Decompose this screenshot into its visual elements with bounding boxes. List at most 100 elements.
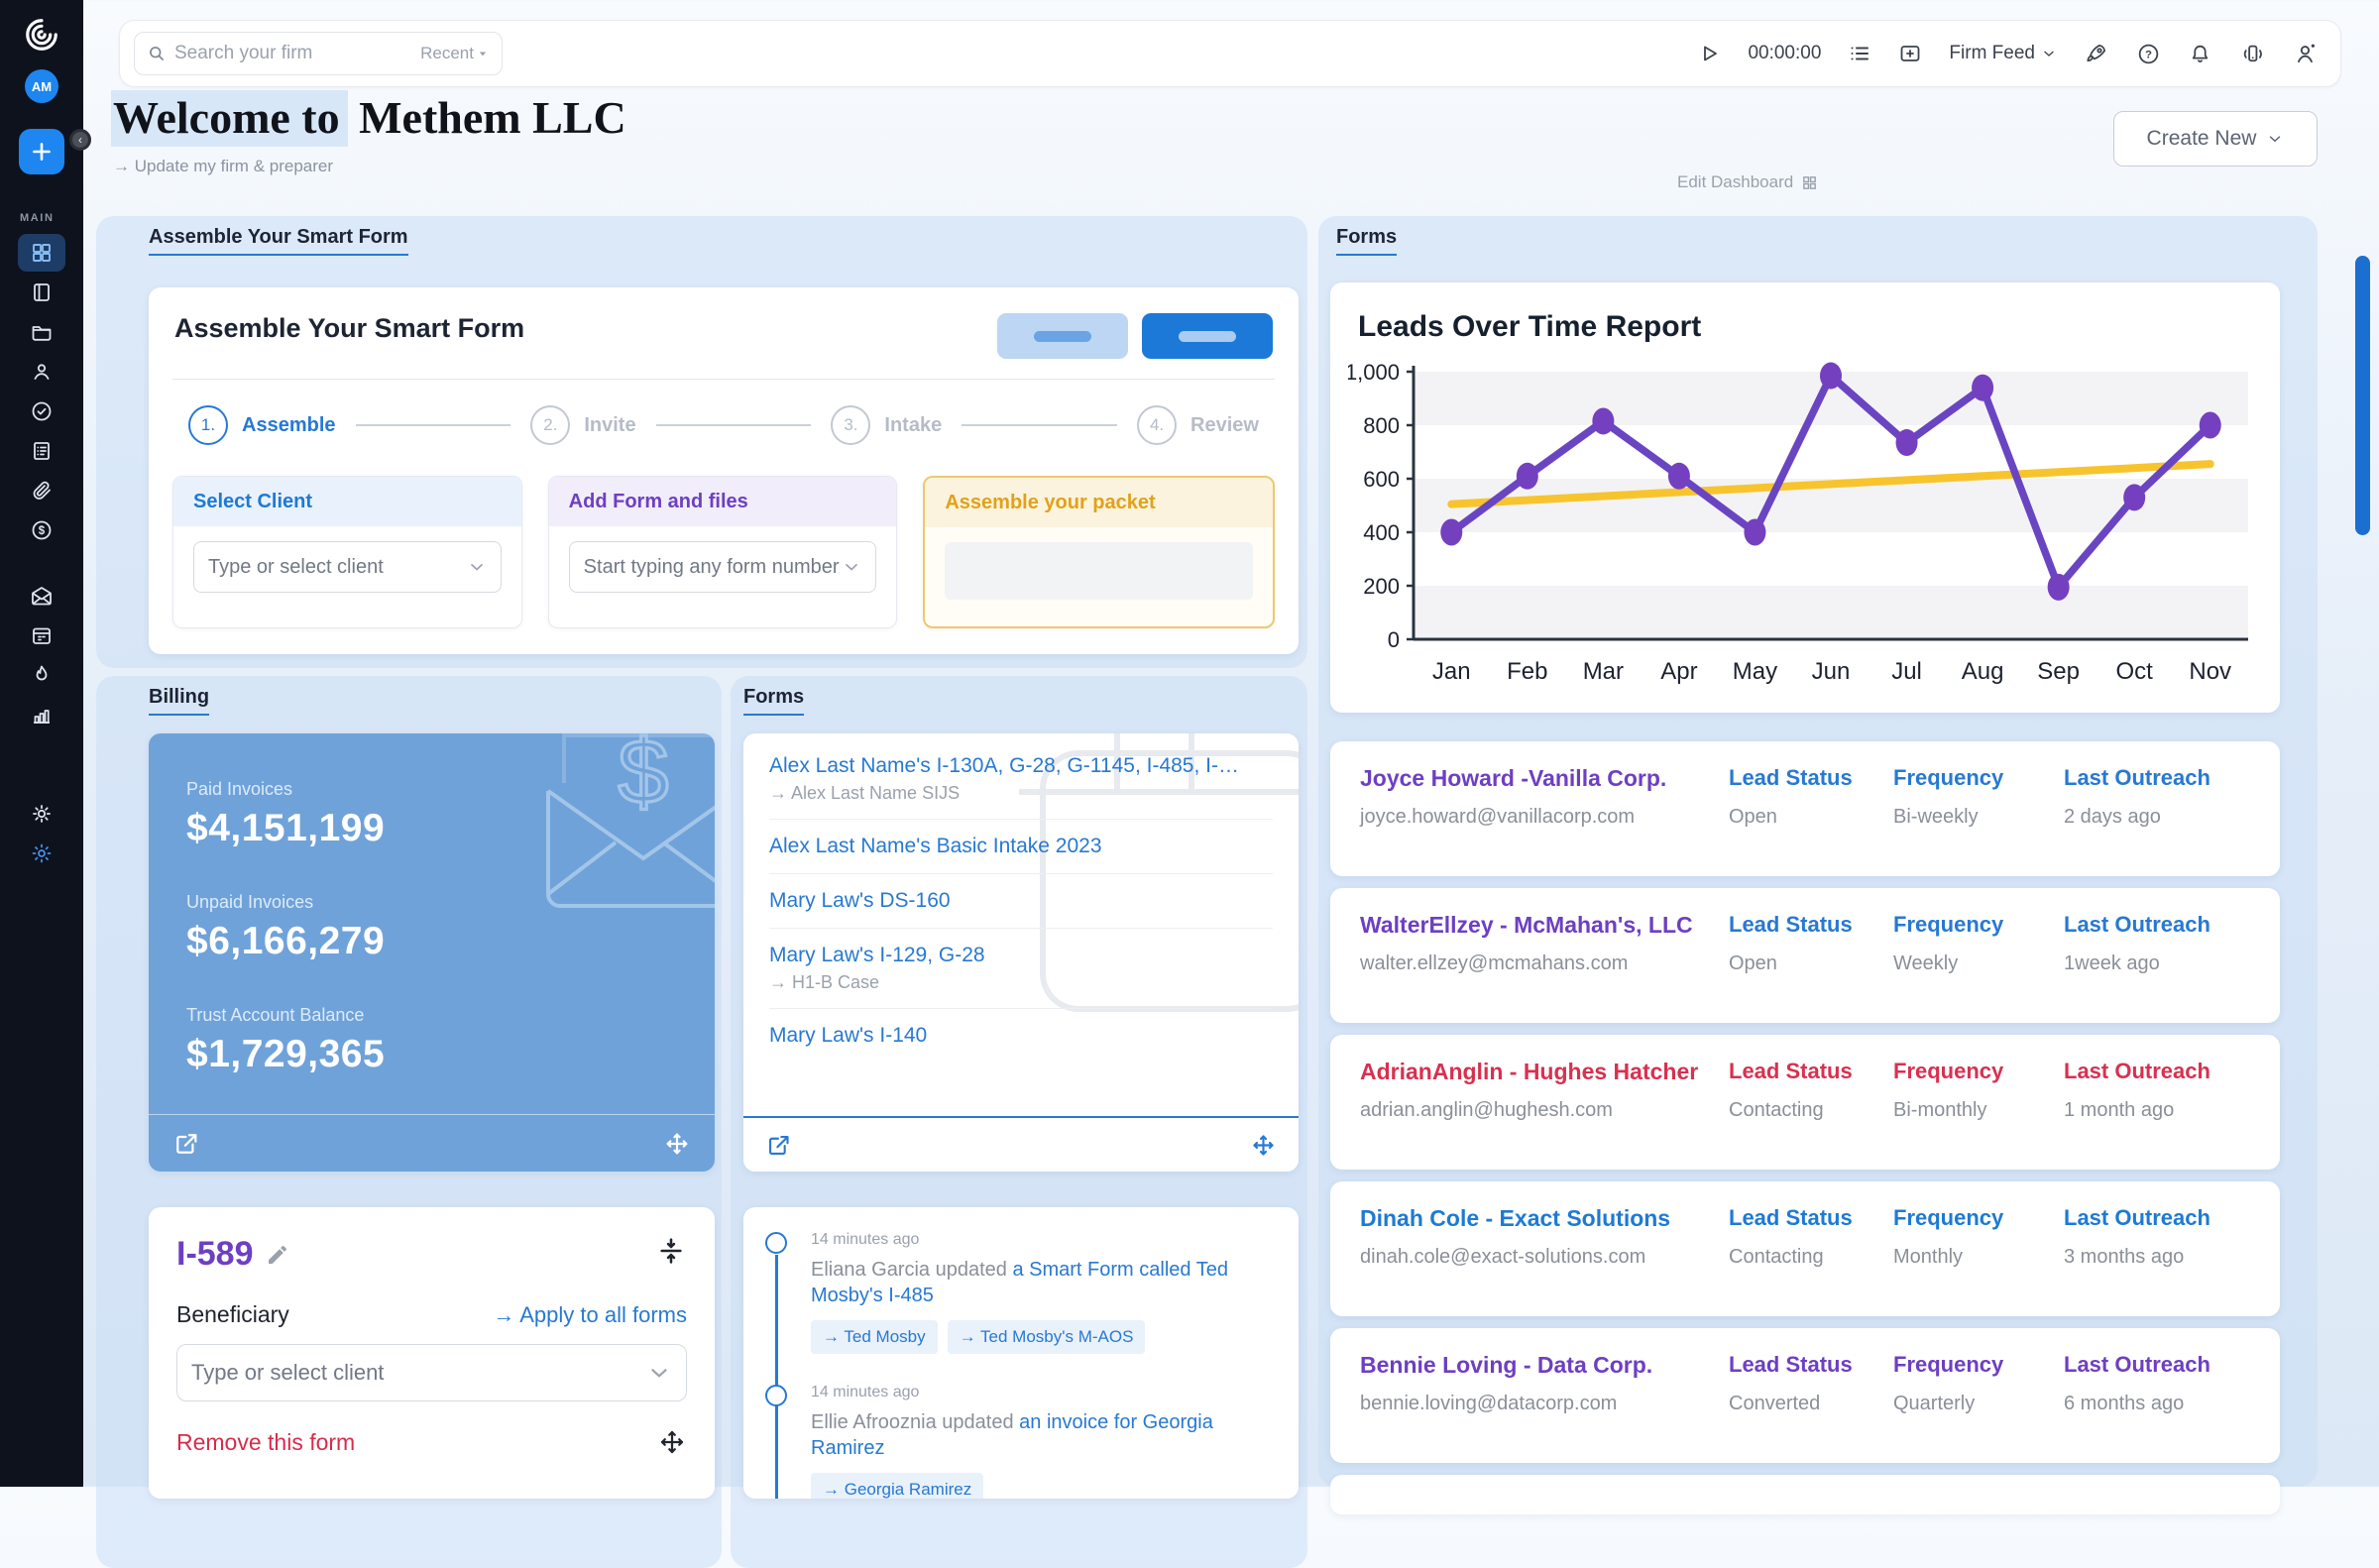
create-new-button[interactable]: Create New (2113, 111, 2318, 167)
lead-name-link[interactable]: Dinah Cole - Exact Solutions (1360, 1205, 1729, 1232)
billing-card: $ Paid Invoices $4,151,199 Unpaid Invoic… (149, 733, 715, 1172)
lead-outreach-value: 2 days ago (2064, 806, 2280, 829)
forms-section-title[interactable]: Forms (743, 686, 804, 716)
billing-move-handle-icon[interactable] (663, 1130, 691, 1158)
beneficiary-select[interactable]: Type or select client (176, 1344, 687, 1401)
billing-stat-value: $6,166,279 (186, 920, 715, 963)
assemble-packet-title: Assemble your packet (925, 478, 1273, 527)
svg-text:Apr: Apr (1660, 658, 1697, 685)
mobile-app-icon[interactable] (2239, 41, 2266, 67)
step-intake[interactable]: 3. Intake (831, 405, 942, 445)
lead-name-link[interactable]: Joyce Howard -Vanilla Corp. (1360, 765, 1729, 792)
sidebar-item-pages[interactable] (18, 274, 65, 311)
lead-name-link[interactable]: AdrianAnglin - Hughes Hatcher (1360, 1059, 1729, 1085)
sidebar-collapse-button[interactable]: ‹ (69, 129, 91, 151)
whats-new-rocket-icon[interactable] (2084, 41, 2109, 66)
billing-open-external-icon[interactable] (172, 1130, 200, 1158)
form-number-select[interactable]: Start typing any form number (569, 541, 877, 593)
notifications-bell-icon[interactable] (2188, 42, 2212, 66)
svg-text:800: 800 (1363, 413, 1400, 438)
step-review[interactable]: 4. Review (1137, 405, 1259, 445)
scrollbar-thumb[interactable] (2355, 256, 2370, 535)
lead-card-partial[interactable] (1330, 1475, 2280, 1514)
timer-play-icon[interactable] (1697, 42, 1721, 65)
lead-card[interactable]: WalterEllzey - McMahan's, LLC Lead Statu… (1330, 888, 2280, 1023)
timeline-dot-icon (765, 1232, 787, 1254)
sidebar-item-documents[interactable] (18, 472, 65, 509)
sidebar-item-calendar[interactable] (18, 616, 65, 654)
forms-move-handle-icon[interactable] (1250, 1132, 1277, 1159)
lead-card[interactable]: Bennie Loving - Data Corp. Lead Status F… (1330, 1328, 2280, 1463)
form-sub-link[interactable]: → H1-B Case (769, 972, 1273, 993)
form-list-item: Alex Last Name's I-130A, G-28, G-1145, I… (769, 739, 1273, 820)
sidebar-item-theme[interactable] (18, 835, 65, 872)
smart-form-section-title[interactable]: Assemble Your Smart Form (149, 226, 408, 256)
quick-add-button[interactable] (19, 129, 64, 174)
form-link[interactable]: Mary Law's I-129, G-28 (769, 944, 1245, 967)
sidebar-item-mail[interactable] (18, 577, 65, 615)
forms-open-external-icon[interactable] (765, 1132, 792, 1159)
billing-stat-value: $4,151,199 (186, 807, 715, 850)
form-sub-link[interactable]: → Alex Last Name SIJS (769, 783, 1273, 804)
i589-move-handle-icon[interactable] (657, 1427, 687, 1457)
brand-logo-icon[interactable] (23, 16, 60, 54)
lead-status-header: Lead Status (1729, 1352, 1893, 1379)
lead-name-link[interactable]: WalterEllzey - McMahan's, LLC (1360, 912, 1729, 939)
sidebar-nav: $ (18, 234, 65, 874)
collapse-vertical-icon[interactable] (655, 1235, 687, 1267)
edit-dashboard-button[interactable]: Edit Dashboard (1677, 172, 1818, 192)
lead-card[interactable]: Dinah Cole - Exact Solutions Lead Status… (1330, 1181, 2280, 1316)
step-invite[interactable]: 2. Invite (530, 405, 635, 445)
leads-section-title[interactable]: Forms (1336, 226, 1397, 256)
sidebar-item-billing[interactable]: $ (18, 511, 65, 549)
firm-feed-dropdown[interactable]: Firm Feed (1949, 43, 2057, 64)
client-select[interactable]: Type or select client (193, 541, 502, 593)
svg-text:Aug: Aug (1962, 658, 2004, 685)
smart-form-secondary-button[interactable] (997, 313, 1128, 359)
i589-form-card: I-589 Beneficiary → Apply to all forms T… (149, 1207, 715, 1499)
search-input[interactable] (174, 43, 420, 64)
sidebar-item-leads[interactable] (18, 656, 65, 694)
activity-chip[interactable]: → Georgia Ramirez (811, 1473, 983, 1499)
update-firm-link[interactable]: → Update my firm & preparer (113, 157, 333, 176)
form-link[interactable]: Mary Law's I-140 (769, 1024, 1245, 1048)
sidebar-item-contacts[interactable] (18, 353, 65, 391)
add-card-icon[interactable] (1898, 42, 1922, 65)
firm-feed-label: Firm Feed (1949, 43, 2035, 64)
recent-dropdown[interactable]: Recent (420, 44, 490, 63)
apply-to-all-forms-link[interactable]: → Apply to all forms (493, 1302, 687, 1328)
topbar: Recent 00:00:00 Firm Feed (119, 20, 2341, 87)
step-assemble[interactable]: 1. Assemble (188, 405, 336, 445)
lead-outreach-header: Last Outreach (2064, 1059, 2280, 1085)
step-number: 1. (188, 405, 228, 445)
user-avatar[interactable]: AM (25, 69, 58, 103)
smart-form-primary-button[interactable] (1142, 313, 1273, 359)
step-label: Assemble (242, 414, 336, 437)
help-icon[interactable]: ? (2136, 42, 2161, 66)
sidebar-item-smart-forms[interactable] (18, 432, 65, 470)
billing-section-title[interactable]: Billing (149, 686, 209, 716)
form-link[interactable]: Alex Last Name's Basic Intake 2023 (769, 835, 1245, 858)
select-client-card: Select Client Type or select client (172, 476, 522, 628)
lead-frequency-header: Frequency (1893, 765, 2064, 792)
search-box[interactable]: Recent (134, 32, 503, 75)
pencil-icon[interactable] (266, 1243, 289, 1267)
lead-status-header: Lead Status (1729, 1059, 1893, 1085)
sidebar-item-reports[interactable] (18, 696, 65, 733)
lead-card[interactable]: Joyce Howard -Vanilla Corp. Lead Status … (1330, 741, 2280, 876)
time-entries-icon[interactable] (1848, 42, 1871, 65)
profile-icon[interactable] (2293, 41, 2319, 66)
sidebar-item-settings[interactable] (18, 795, 65, 833)
remove-form-link[interactable]: Remove this form (176, 1429, 355, 1456)
form-link[interactable]: Alex Last Name's I-130A, G-28, G-1145, I… (769, 754, 1245, 778)
activity-chip[interactable]: → Ted Mosby (811, 1320, 938, 1354)
sidebar-item-matters[interactable] (18, 313, 65, 351)
lead-name-link[interactable]: Bennie Loving - Data Corp. (1360, 1352, 1729, 1379)
sidebar-item-tasks[interactable] (18, 392, 65, 430)
activity-chip[interactable]: → Ted Mosby's M-AOS (948, 1320, 1146, 1354)
sidebar-item-dashboard[interactable] (18, 234, 65, 272)
dashboard-page: AM MAIN (0, 0, 2379, 1487)
lead-card[interactable]: AdrianAnglin - Hughes Hatcher Lead Statu… (1330, 1035, 2280, 1170)
form-link[interactable]: Mary Law's DS-160 (769, 889, 1245, 913)
chevron-down-icon (467, 557, 487, 577)
